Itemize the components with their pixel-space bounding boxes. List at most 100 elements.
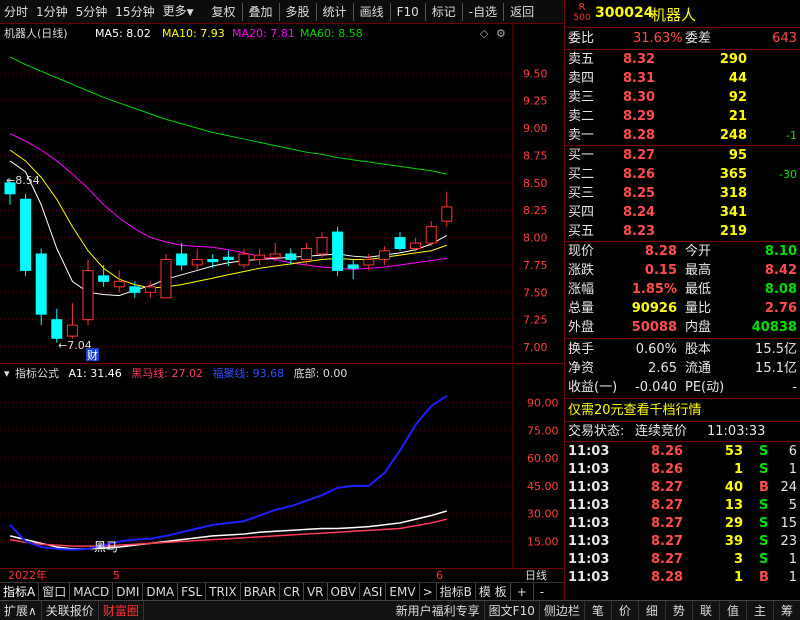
- multi-stock-button[interactable]: 多股: [282, 0, 314, 24]
- indicator-menu-icon: ▾: [4, 367, 10, 380]
- candle[interactable]: [66, 303, 78, 339]
- tick-volume: 13: [724, 498, 743, 513]
- candle[interactable]: [332, 226, 344, 276]
- candle[interactable]: [176, 243, 188, 271]
- tab-indicator-a[interactable]: 指标A: [0, 582, 40, 601]
- order-row[interactable]: 买二 8.26 365 -30: [565, 165, 800, 184]
- tab-emv[interactable]: EMV: [386, 582, 420, 601]
- candle[interactable]: [207, 254, 219, 269]
- f10-graphic-button[interactable]: 图文F10: [485, 600, 540, 620]
- remove-pane-button[interactable]: -: [534, 583, 550, 601]
- order-row[interactable]: 买四 8.24 341: [565, 203, 800, 222]
- candle[interactable]: [394, 232, 406, 251]
- order-volume: 44: [728, 71, 747, 86]
- tab-dma[interactable]: DMA: [143, 582, 179, 601]
- tab-dmi[interactable]: DMI: [113, 582, 144, 601]
- order-row[interactable]: 卖四 8.31 44: [565, 69, 800, 88]
- settings-icon[interactable]: ⚙: [496, 27, 506, 40]
- order-row[interactable]: 卖三 8.30 92: [565, 88, 800, 107]
- overlay-button[interactable]: 叠加: [245, 0, 277, 24]
- tab-fenshi[interactable]: 分时: [0, 0, 32, 24]
- period-label[interactable]: 日线: [525, 569, 547, 582]
- tab-shi[interactable]: 势: [666, 600, 693, 620]
- promo-row[interactable]: 仅需20元查看千档行情: [565, 401, 800, 420]
- tab-obv[interactable]: OBV: [328, 582, 361, 601]
- tick-volume: 1: [733, 462, 743, 477]
- candle[interactable]: [191, 248, 203, 271]
- fundamental-row: 换手 0.60% 股本 15.5亿: [565, 340, 800, 359]
- kline-chart[interactable]: 9.50 9.25 9.00 8.75 8.50 8.25 8.00 7.75 7.50 7.25…: [0, 24, 564, 364]
- fuquan-button[interactable]: 复权: [208, 0, 240, 24]
- candle[interactable]: [20, 193, 32, 276]
- back-button[interactable]: 返回: [506, 0, 538, 24]
- tick-count: 6: [788, 444, 797, 459]
- wealth-circle-button[interactable]: 财富圈: [99, 600, 144, 620]
- tab-chou[interactable]: 筹: [774, 601, 800, 620]
- tab-trix[interactable]: TRIX: [206, 582, 241, 601]
- candle[interactable]: [160, 254, 172, 299]
- candle[interactable]: [51, 308, 63, 343]
- tab-macd[interactable]: MACD: [70, 582, 114, 601]
- tab-5min[interactable]: 5分钟: [72, 0, 112, 24]
- tick-price: 8.27: [651, 516, 684, 531]
- candle[interactable]: [441, 191, 453, 227]
- tab-jia[interactable]: 价: [612, 600, 639, 620]
- candle[interactable]: [98, 264, 110, 287]
- tab-fsl[interactable]: FSL: [178, 582, 207, 601]
- order-row[interactable]: 卖二 8.29 21: [565, 107, 800, 126]
- candle[interactable]: [238, 248, 250, 269]
- expand-button[interactable]: 扩展∧: [0, 600, 42, 620]
- tab-zhu[interactable]: 主: [747, 600, 774, 620]
- stat-row: 涨幅 1.85% 最低 8.08: [565, 280, 800, 299]
- f10-button[interactable]: F10: [393, 0, 423, 24]
- stat-value: 40838: [751, 320, 797, 335]
- stats-button[interactable]: 统计: [319, 0, 351, 24]
- tab-bi[interactable]: 笔: [585, 600, 612, 620]
- draw-line-button[interactable]: 画线: [356, 0, 388, 24]
- candle[interactable]: [35, 248, 47, 326]
- order-row[interactable]: 买一 8.27 95: [565, 146, 800, 165]
- tab-lian[interactable]: 联: [693, 600, 720, 620]
- tab-1min[interactable]: 1分钟: [32, 0, 72, 24]
- tabs-next-arrow[interactable]: >: [420, 582, 437, 601]
- tab-asi[interactable]: ASI: [360, 582, 387, 601]
- candle[interactable]: [82, 259, 94, 326]
- remove-watchlist-button[interactable]: -自选: [465, 0, 501, 24]
- tab-vr[interactable]: VR: [304, 582, 328, 601]
- order-row[interactable]: 卖五 8.32 290: [565, 50, 800, 69]
- candle[interactable]: [113, 270, 125, 293]
- tab-xi[interactable]: 细: [639, 600, 666, 620]
- candle[interactable]: [410, 237, 422, 254]
- fundamental-value: -0.040: [635, 380, 677, 395]
- tick-price: 8.26: [651, 462, 684, 477]
- stat-label: 外盘: [568, 320, 595, 335]
- order-row[interactable]: 买五 8.23 219: [565, 222, 800, 241]
- add-pane-button[interactable]: +: [511, 582, 534, 601]
- tab-zhi[interactable]: 值: [720, 600, 747, 620]
- sidebar-button[interactable]: 侧边栏: [540, 600, 585, 620]
- tab-template[interactable]: 模 板: [476, 582, 511, 601]
- tab-indicator-b[interactable]: 指标B: [437, 582, 476, 601]
- price-tick: 7.25: [523, 314, 548, 327]
- order-row[interactable]: 卖一 8.28 248 -1: [565, 126, 800, 145]
- tab-15min[interactable]: 15分钟: [111, 0, 158, 24]
- diamond-icon[interactable]: ◇: [480, 27, 489, 40]
- candle[interactable]: [378, 246, 390, 265]
- date-axis: 2022年 5 6 日线: [0, 568, 564, 582]
- mark-button[interactable]: 标记: [428, 0, 460, 24]
- new-user-promo[interactable]: 新用户福利专享: [392, 600, 485, 620]
- tick-row: 11:03 8.27 3 S 1: [565, 551, 800, 569]
- tick-count: 24: [780, 480, 797, 495]
- tab-cr[interactable]: CR: [280, 582, 304, 601]
- tick-time: 11:03: [568, 480, 610, 495]
- candle[interactable]: [425, 221, 437, 247]
- related-quotes-button[interactable]: 关联报价: [42, 600, 99, 620]
- tab-window[interactable]: 窗口: [39, 582, 71, 601]
- order-row[interactable]: 买三 8.25 318: [565, 184, 800, 203]
- candle-body: [394, 237, 406, 250]
- tab-brar[interactable]: BRAR: [241, 582, 281, 601]
- candle[interactable]: [316, 232, 328, 258]
- more-menu[interactable]: 更多▼: [159, 0, 198, 25]
- indicator-chart[interactable]: 90.00 75.00 60.00 45.00 30.00 15.00 ▾ 指标公式 A1…: [0, 364, 564, 568]
- candle[interactable]: [254, 248, 266, 265]
